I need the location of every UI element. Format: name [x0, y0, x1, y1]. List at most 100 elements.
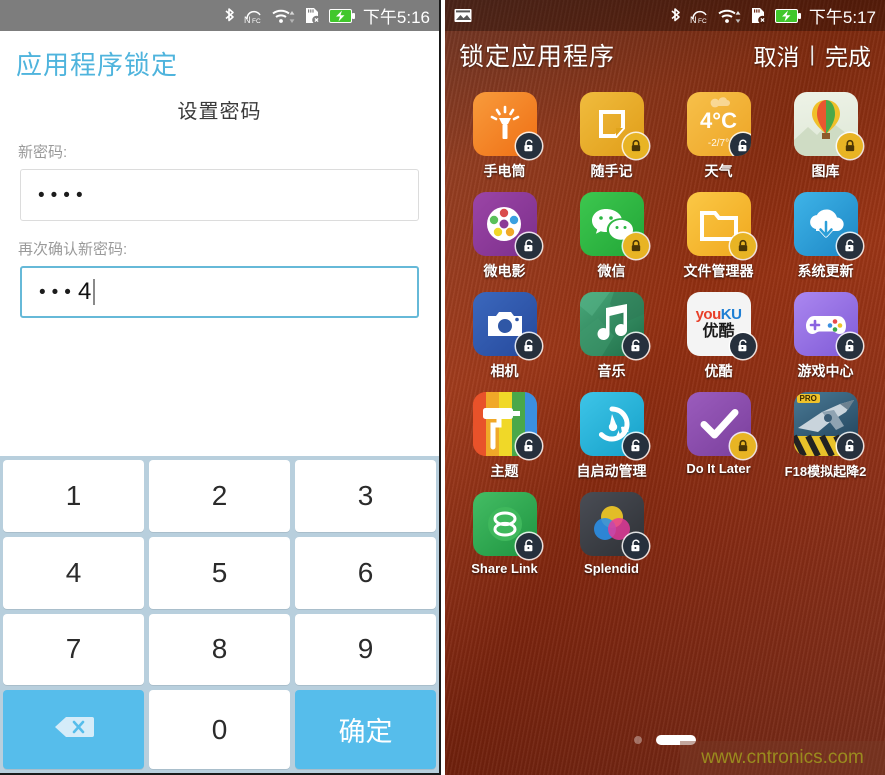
app-item[interactable]: Share Link	[451, 486, 558, 580]
app-label: 文件管理器	[683, 263, 754, 279]
new-password-value: ••••	[38, 184, 89, 206]
backspace-button[interactable]	[3, 690, 144, 769]
app-label: 微电影	[483, 263, 526, 279]
app-label: 手电筒	[483, 163, 526, 179]
key-3[interactable]: 3	[295, 460, 436, 532]
app-label: 随手记	[590, 163, 633, 179]
app-item[interactable]: 音乐	[558, 286, 665, 385]
confirm-password-label: 再次确认新密码:	[18, 241, 128, 258]
app-label: 微信	[597, 263, 626, 279]
key-6[interactable]: 6	[295, 536, 436, 609]
app-item[interactable]: 自启动管理	[558, 386, 665, 485]
cancel-button[interactable]: 取消	[754, 38, 800, 72]
watermark: www.cntronics.com	[680, 741, 885, 775]
app-item[interactable]: youKU 优酷 优酷	[665, 286, 772, 385]
text-caret	[93, 279, 96, 305]
unlocked-badge-icon	[836, 333, 863, 359]
key-2[interactable]: 2	[149, 460, 290, 532]
locked-badge-icon	[729, 233, 756, 259]
app-label: 主题	[490, 463, 519, 479]
key-9[interactable]: 9	[295, 613, 436, 686]
app-label: 系统更新	[797, 263, 854, 279]
locked-badge-icon	[836, 133, 863, 159]
right-phone-screen: N FC 下午5:17 锁定应用程序 取消 | 完成 手电筒 随手记 4°C -…	[445, 0, 885, 775]
app-item[interactable]: 相机	[451, 286, 558, 385]
app-item[interactable]: Splendid	[558, 486, 665, 580]
unlocked-badge-icon	[515, 433, 542, 459]
battery-charging-icon	[774, 8, 802, 24]
app-item[interactable]: Do It Later	[665, 386, 772, 485]
key-8[interactable]: 8	[149, 613, 290, 686]
app-item[interactable]: 文件管理器	[665, 186, 772, 285]
youku-brand-b: KU	[720, 305, 742, 323]
left-status-time: 下午5:16	[362, 8, 430, 27]
nfc-icon: N FC	[243, 7, 264, 25]
lock-apps-header: 锁定应用程序 取消 | 完成	[445, 31, 885, 83]
svg-text:FC: FC	[252, 18, 261, 25]
app-item[interactable]: 图库	[772, 86, 879, 185]
key-0[interactable]: 0	[149, 690, 290, 769]
app-label: F18模拟起降2	[784, 464, 867, 479]
backspace-icon	[53, 714, 95, 746]
header-actions: 取消 | 完成	[754, 38, 871, 72]
unlocked-badge-icon	[729, 333, 756, 359]
photo-notification-icon	[454, 8, 474, 24]
bluetooth-icon	[223, 6, 236, 25]
confirm-password-input[interactable]: ••• 4	[20, 266, 419, 318]
right-status-time: 下午5:17	[808, 8, 876, 27]
unlocked-badge-icon	[622, 533, 649, 559]
confirm-password-last-char: 4	[77, 278, 92, 305]
pro-badge: PRO	[796, 394, 820, 403]
page-title: 应用程序锁定	[16, 50, 179, 80]
locked-badge-icon	[622, 133, 649, 159]
key-5[interactable]: 5	[149, 536, 290, 609]
wifi-icon	[271, 7, 296, 25]
action-separator: |	[809, 43, 815, 66]
section-title: 设置密码	[177, 101, 262, 123]
app-grid: 手电筒 随手记 4°C -2/7° 天气 图库 微电影 微信 文件管理器 系统更…	[445, 83, 885, 580]
svg-text:N: N	[690, 15, 697, 25]
app-label: 优酷	[704, 363, 733, 379]
unlocked-badge-icon	[515, 533, 542, 559]
app-item[interactable]: 主题	[451, 386, 558, 485]
left-phone-screen: N FC 下午5:16 应用程序锁定 设置密码 新密码: •••• 再次确认新密…	[0, 0, 441, 775]
done-button[interactable]: 完成	[825, 38, 871, 72]
key-1[interactable]: 1	[3, 460, 144, 532]
weather-icon: 4°C -2/7°	[686, 92, 751, 156]
app-item[interactable]: 微电影	[451, 186, 558, 285]
app-item[interactable]: PRO F18模拟起降2	[772, 386, 879, 485]
app-label: Splendid	[584, 561, 639, 576]
new-password-label: 新密码:	[18, 144, 68, 161]
numeric-keypad: 1 2 3 4 5 6 7 8 9 0 确定	[0, 456, 439, 773]
app-item[interactable]: 系统更新	[772, 186, 879, 285]
unlocked-badge-icon	[515, 233, 542, 259]
unlocked-badge-icon	[622, 333, 649, 359]
locked-badge-icon	[729, 433, 756, 459]
left-status-bar: N FC 下午5:16	[0, 0, 439, 31]
new-password-input[interactable]: ••••	[20, 169, 419, 221]
app-label: Do It Later	[686, 461, 751, 476]
app-item[interactable]: 手电筒	[451, 86, 558, 185]
app-label: 音乐	[597, 363, 626, 379]
wifi-icon	[717, 7, 742, 25]
youku-brand-cn: 优酷	[702, 322, 735, 340]
app-item[interactable]: 4°C -2/7° 天气	[665, 86, 772, 185]
sdcard-error-icon	[303, 6, 322, 25]
nfc-icon: N FC	[689, 7, 710, 25]
page-dot[interactable]	[634, 736, 642, 744]
sdcard-error-icon	[749, 6, 768, 25]
lock-apps-title: 锁定应用程序	[459, 43, 616, 71]
app-item[interactable]: 微信	[558, 186, 665, 285]
key-7[interactable]: 7	[3, 613, 144, 686]
unlocked-badge-icon	[515, 133, 542, 159]
app-item[interactable]: 随手记	[558, 86, 665, 185]
battery-charging-icon	[328, 8, 356, 24]
app-label: 图库	[811, 163, 840, 179]
app-item[interactable]: 游戏中心	[772, 286, 879, 385]
weather-temp: 4°C	[700, 108, 737, 133]
screenshot-root: N FC 下午5:16 应用程序锁定 设置密码 新密码: •••• 再次确认新密…	[0, 0, 885, 775]
confirm-button[interactable]: 确定	[295, 690, 436, 769]
key-4[interactable]: 4	[3, 536, 144, 609]
app-label: 游戏中心	[797, 363, 854, 379]
svg-text:FC: FC	[698, 18, 707, 25]
